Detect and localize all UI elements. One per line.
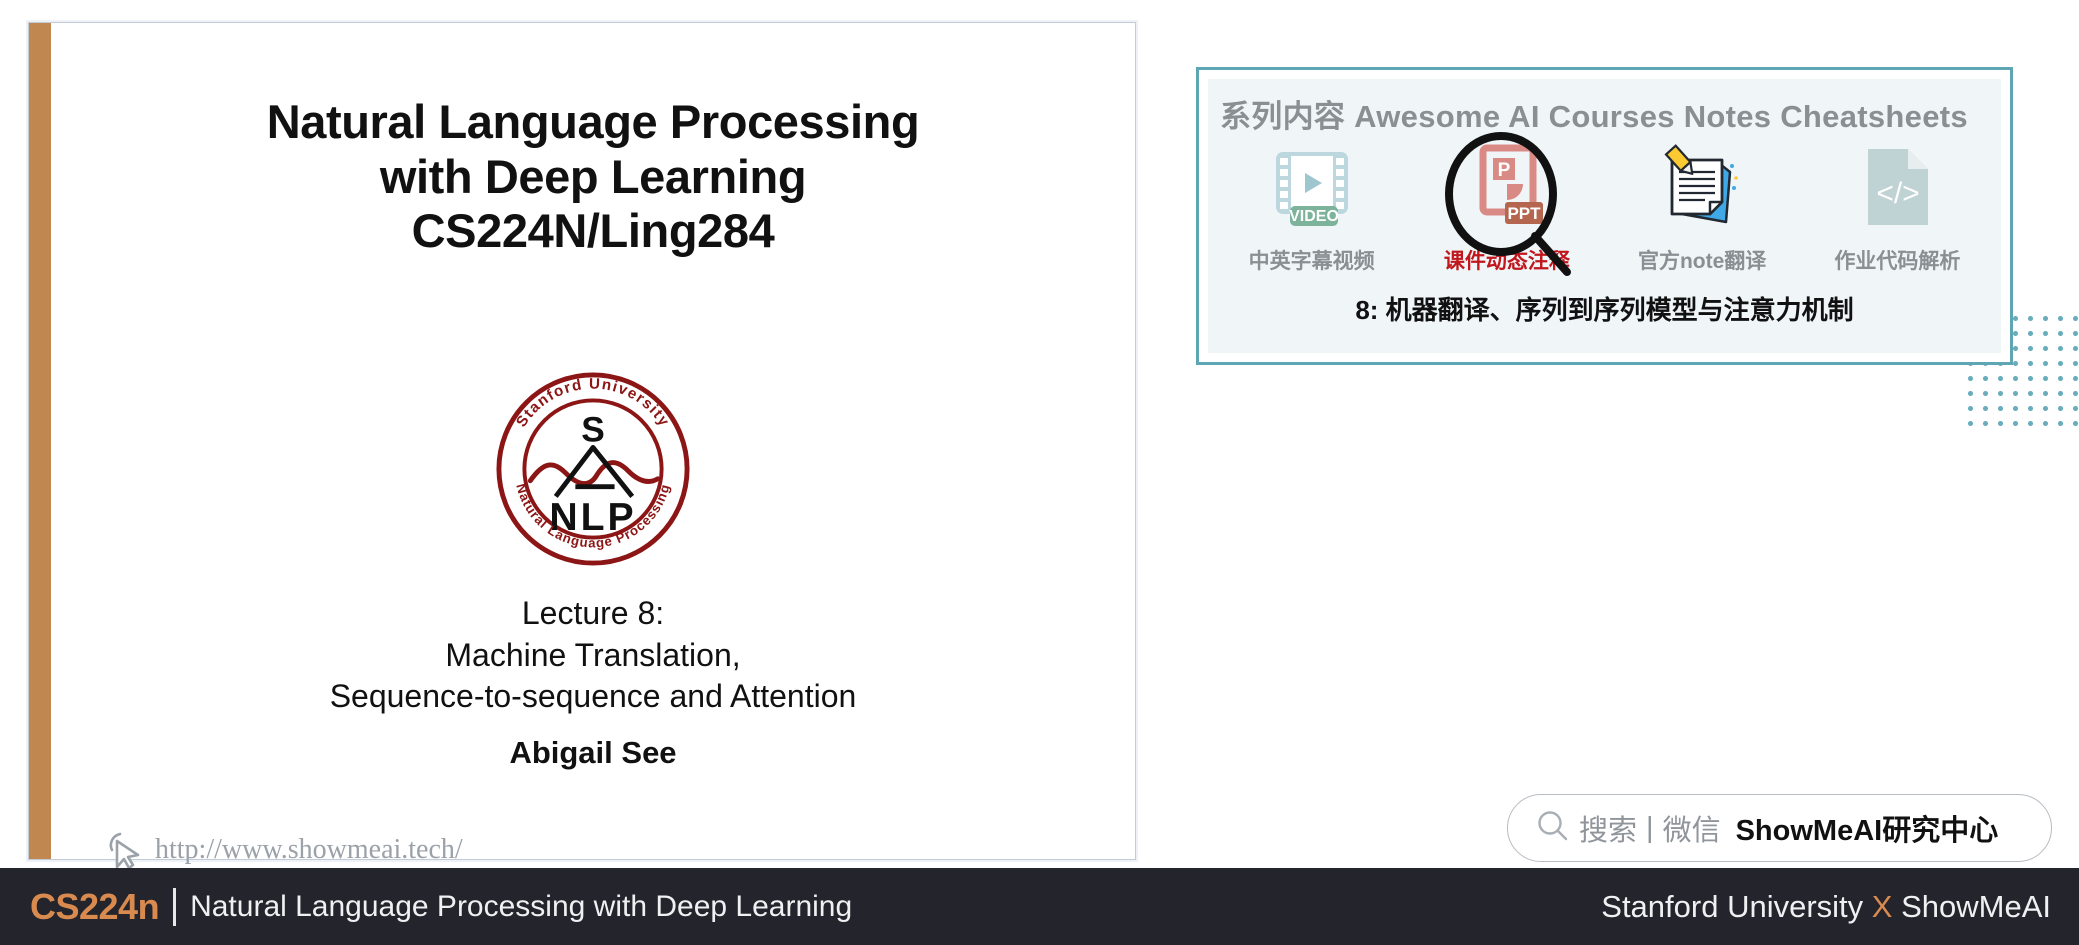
svg-text:S: S: [581, 411, 605, 450]
search-brand: ShowMeAI研究中心: [1735, 815, 1999, 847]
search-separator: |: [1646, 811, 1654, 844]
footer-partner-right: ShowMeAI: [1901, 888, 2051, 924]
lecture-line-1: Lecture 8:: [521, 595, 665, 631]
footer-divider: [173, 887, 177, 926]
search-channel-label: 微信: [1662, 815, 1721, 847]
footer-course-subtitle: Natural Language Processing with Deep Le…: [190, 889, 853, 923]
footer-partner-left: Stanford University: [1601, 888, 1864, 924]
lecture-line-3: Sequence-to-sequence and Attention: [329, 678, 857, 715]
slide-content: Natural Language Processing with Deep Le…: [51, 23, 1135, 870]
lecture-subtitle: Lecture 8: Machine Translation, Sequence…: [51, 593, 1135, 718]
footer-partner-x: X: [1871, 888, 1893, 924]
slide-title-line-2: with Deep Learning: [379, 149, 807, 203]
promo-item-list: VIDEO 中英字幕视频 P PPT 课件动态注释 官方note翻译 </> 作…: [1214, 132, 1995, 276]
promo-heading: 系列内容 Awesome AI Courses Notes Cheatsheet…: [1220, 99, 1968, 134]
ppt-slide-icon: P PPT: [1469, 141, 1545, 233]
svg-text:VIDEO: VIDEO: [1289, 208, 1339, 225]
site-credit: http://www.showmeai.tech/: [107, 829, 463, 871]
promo-item-label: 作业代码解析: [1834, 250, 1961, 273]
slide-title-line-3: CS224N/Ling284: [411, 204, 775, 258]
promo-subtitle: 8: 机器翻译、序列到序列模型与注意力机制: [1355, 295, 1854, 325]
promo-panel: 系列内容 Awesome AI Courses Notes Cheatsheet…: [1196, 67, 2013, 365]
site-credit-url: http://www.showmeai.tech/: [155, 834, 463, 865]
note-pencil-icon: [1660, 141, 1744, 233]
promo-item-label: 中英字幕视频: [1248, 250, 1375, 273]
lecture-line-2: Machine Translation,: [445, 636, 741, 673]
promo-item-code[interactable]: </> 作业代码解析: [1813, 141, 1981, 275]
code-file-icon: </>: [1860, 141, 1934, 233]
footer-course-code: CS224n: [30, 885, 160, 927]
stanford-nlp-logo: S NLP Stanford University Natural Langua…: [495, 371, 691, 567]
slide-accent-bar: [29, 23, 51, 859]
promo-item-video[interactable]: VIDEO 中英字幕视频: [1228, 141, 1396, 275]
wechat-search-bar[interactable]: 搜索 | 微信 ShowMeAI研究中心: [1507, 794, 2052, 862]
svg-text:PPT: PPT: [1507, 204, 1541, 223]
footer-partners: Stanford University X ShowMeAI: [1601, 889, 2051, 925]
promo-item-label: 课件动态注释: [1443, 250, 1570, 273]
cursor-pointer-icon: [107, 829, 145, 871]
slide-author: Abigail See: [509, 735, 677, 770]
search-placeholder: 搜索: [1579, 815, 1638, 847]
video-film-icon: VIDEO: [1272, 141, 1352, 233]
footer-bar: CS224n Natural Language Processing with …: [0, 868, 2079, 945]
svg-text:P: P: [1498, 160, 1511, 181]
slide-title: Natural Language Processing with Deep Le…: [51, 95, 1135, 259]
slide-title-line-1: Natural Language Processing: [266, 95, 920, 148]
promo-item-note[interactable]: 官方note翻译: [1618, 141, 1786, 275]
promo-item-label: 官方note翻译: [1637, 250, 1767, 273]
footer-course-block: CS224n Natural Language Processing with …: [30, 886, 852, 928]
promo-panel-wrapper: 系列内容 Awesome AI Courses Notes Cheatsheet…: [1196, 67, 2079, 427]
promo-item-ppt[interactable]: P PPT 课件动态注释: [1423, 132, 1591, 276]
promo-panel-inner: 系列内容 Awesome AI Courses Notes Cheatsheet…: [1208, 79, 2001, 353]
search-icon: [1536, 809, 1570, 848]
svg-text:</>: </>: [1877, 177, 1920, 210]
presentation-slide[interactable]: Natural Language Processing with Deep Le…: [28, 22, 1136, 870]
